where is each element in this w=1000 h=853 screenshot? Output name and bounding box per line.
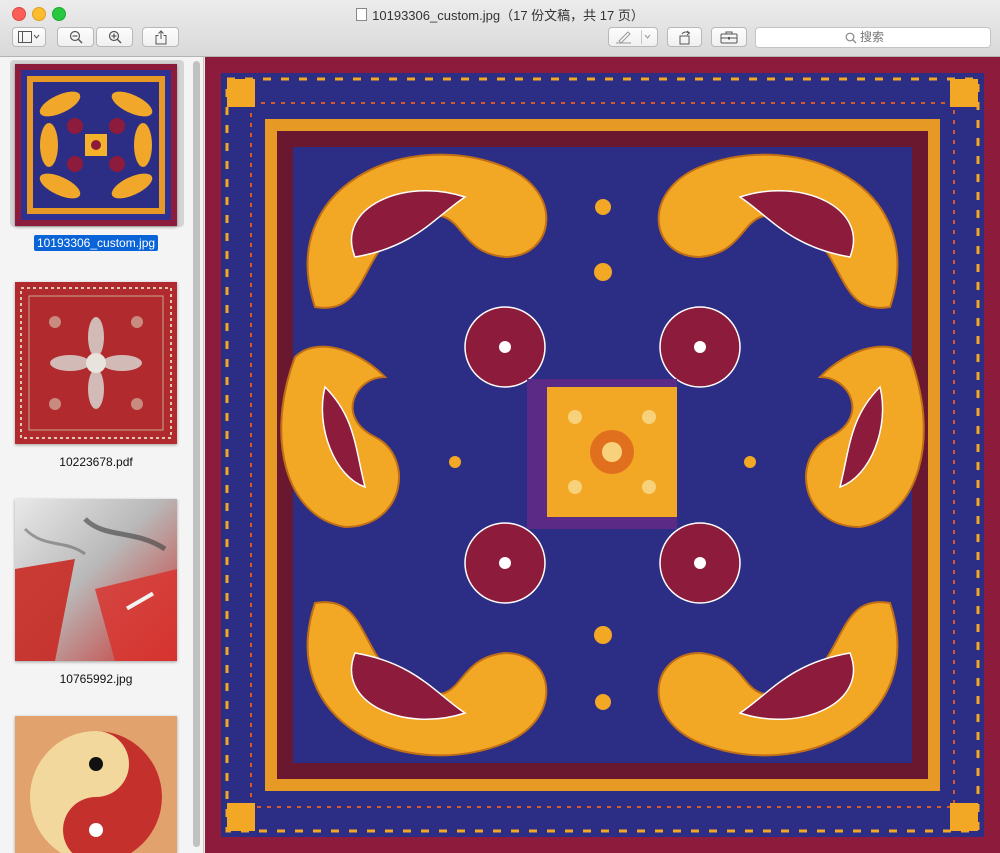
thumbnail-label-3[interactable]: 10765992.jpg <box>0 672 192 686</box>
image-viewer[interactable] <box>205 57 1000 853</box>
zoom-out-icon <box>69 30 82 44</box>
thumbnail-image-1[interactable] <box>15 64 177 226</box>
toolbox-button[interactable] <box>711 27 747 47</box>
search-input[interactable] <box>860 30 980 44</box>
toolbox-icon <box>720 31 738 43</box>
markup-button[interactable] <box>608 27 658 47</box>
bandana-image <box>205 57 1000 853</box>
rotate-button[interactable] <box>667 27 702 47</box>
preview-window: 10193306_custom.jpg（17 份文稿，共 17 页） 搜索 10… <box>0 0 1000 853</box>
thumbnail-label-1-text: 10193306_custom.jpg <box>33 235 159 251</box>
sidebar-scrollbar[interactable] <box>192 57 201 853</box>
window-title-text: 10193306_custom.jpg（17 份文稿，共 17 页） <box>372 8 644 23</box>
search-icon <box>845 32 857 44</box>
search-field[interactable] <box>755 27 991 48</box>
share-icon <box>155 29 166 44</box>
share-button[interactable] <box>142 27 179 47</box>
thumbnail-label-1[interactable]: 10193306_custom.jpg <box>0 235 192 251</box>
zoom-out-button[interactable] <box>57 27 94 47</box>
window-title: 10193306_custom.jpg（17 份文稿，共 17 页） <box>0 5 1000 24</box>
thumbnail-label-2[interactable]: 10223678.pdf <box>0 455 192 469</box>
zoom-in-button[interactable] <box>96 27 133 47</box>
thumbnail-image-2[interactable] <box>15 282 177 444</box>
sidebar-toggle-button[interactable] <box>12 27 46 47</box>
document-icon <box>356 8 368 21</box>
pen-icon <box>616 30 651 44</box>
sidebar-icon <box>18 31 40 43</box>
rotate-icon <box>679 30 690 44</box>
thumbnail-image-3[interactable] <box>15 499 177 661</box>
title-bar: 10193306_custom.jpg（17 份文稿，共 17 页） <box>0 0 1000 57</box>
thumbnail-image-4[interactable] <box>15 716 177 853</box>
zoom-in-icon <box>108 30 121 44</box>
sidebar-scrollbar-thumb[interactable] <box>193 61 200 847</box>
